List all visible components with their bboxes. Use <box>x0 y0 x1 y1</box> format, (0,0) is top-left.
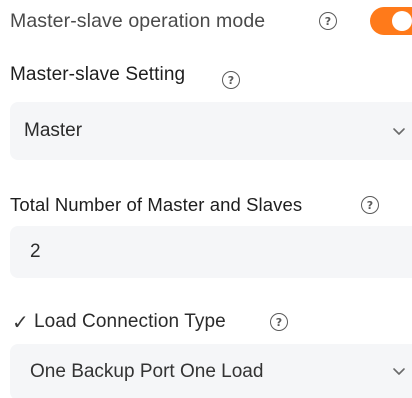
total-input[interactable]: 2 <box>10 226 412 278</box>
setting-select[interactable]: Master <box>10 102 412 160</box>
setting-selected-value: Master <box>24 120 83 141</box>
operation-mode-row: Master-slave operation mode ? <box>0 7 412 35</box>
operation-mode-label: Master-slave operation mode <box>10 9 266 32</box>
total-label: Total Number of Master and Slaves <box>10 194 303 215</box>
chevron-down-icon <box>393 128 405 135</box>
chevron-down-icon <box>393 368 405 375</box>
toggle-knob <box>392 11 412 31</box>
setting-label-row: Master-slave Setting ? <box>0 62 412 89</box>
help-icon[interactable]: ? <box>270 313 288 331</box>
total-label-row: Total Number of Master and Slaves ? <box>0 192 412 218</box>
load-type-label-row: ✓ Load Connection Type ? <box>0 309 412 335</box>
help-icon[interactable]: ? <box>222 71 240 89</box>
help-icon[interactable]: ? <box>319 12 337 30</box>
total-value: 2 <box>30 241 41 262</box>
load-type-label: Load Connection Type <box>34 311 226 332</box>
load-type-select[interactable]: One Backup Port One Load <box>10 344 412 398</box>
help-icon[interactable]: ? <box>361 196 379 214</box>
load-type-selected-value: One Backup Port One Load <box>30 361 264 382</box>
setting-label: Master-slave Setting <box>10 64 186 85</box>
check-icon: ✓ <box>12 310 29 334</box>
operation-mode-toggle[interactable] <box>370 7 412 35</box>
